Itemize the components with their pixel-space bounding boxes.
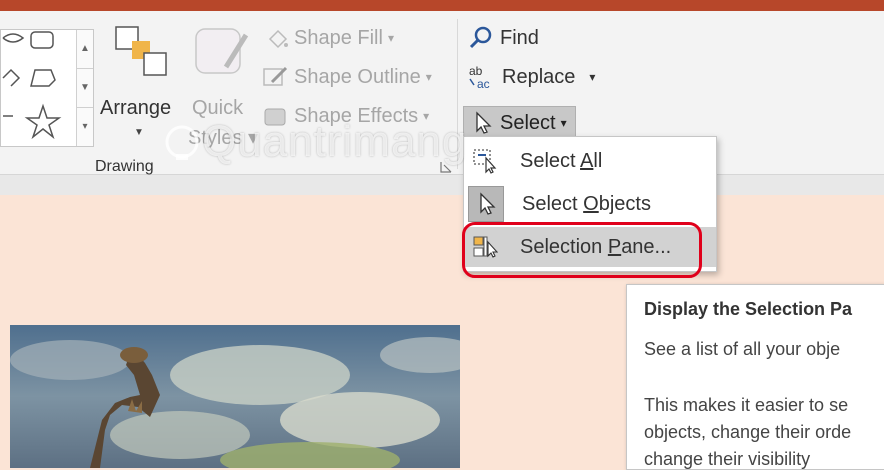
shapes-gallery[interactable]: ▲ ▼ ▾ (0, 29, 94, 147)
gallery-more-icon[interactable]: ▾ (77, 108, 93, 146)
search-icon (469, 26, 492, 49)
pencil-icon (263, 66, 288, 86)
menu-item-select-objects[interactable]: Select Objects (464, 184, 716, 224)
ribbon-footer-strip (0, 175, 884, 195)
menu-item-select-all[interactable]: Select All (464, 141, 716, 181)
title-bar-accent (0, 0, 884, 11)
tooltip-title: Display the Selection Pa (644, 299, 853, 319)
select-all-label: Select All (520, 149, 603, 172)
replace-icon: abac (469, 64, 490, 91)
shapes-icon (2, 31, 62, 140)
paint-bucket-icon (268, 29, 288, 49)
tooltip-line-2: This makes it easier to se (644, 395, 849, 415)
quick-styles-icon (195, 28, 249, 74)
drawing-group-label: Drawing (95, 158, 154, 175)
gallery-down-icon[interactable]: ▼ (77, 69, 93, 108)
shape-outline-button[interactable]: Shape Outline ▾ (262, 61, 432, 93)
tooltip-line-4: change their visibility (644, 449, 811, 469)
tooltip-line-1: See a list of all your obje (644, 339, 841, 359)
highlight-annotation (462, 222, 702, 278)
gallery-up-icon[interactable]: ▲ (77, 30, 93, 69)
select-button[interactable]: Select ▾ (463, 106, 576, 140)
cursor-icon (476, 111, 492, 134)
gallery-scrollbar[interactable]: ▲ ▼ ▾ (76, 30, 93, 146)
statue-painting-image (10, 325, 460, 468)
tooltip-line-3: objects, change their orde (644, 422, 852, 442)
select-objects-icon (468, 186, 504, 222)
slide-picture[interactable] (10, 325, 460, 468)
watermark-lightbulb-icon (165, 125, 199, 161)
watermark-logo: Quantrimang (162, 117, 467, 167)
select-objects-label: Select Objects (522, 192, 651, 215)
arrange-label: Arrange (100, 97, 172, 119)
select-all-icon (468, 144, 502, 178)
svg-text:ab: ab (469, 64, 483, 78)
selection-pane-tooltip: Display the Selection Pa See a list of a… (626, 284, 884, 470)
arrange-dropdown-icon: ▼ (134, 127, 144, 138)
svg-text:ac: ac (477, 77, 490, 91)
find-button[interactable]: Find (468, 22, 539, 54)
arrange-icon (115, 26, 167, 76)
shape-fill-button[interactable]: Shape Fill ▾ (266, 22, 394, 54)
replace-button[interactable]: ab ac Replace ▾ (468, 61, 595, 93)
